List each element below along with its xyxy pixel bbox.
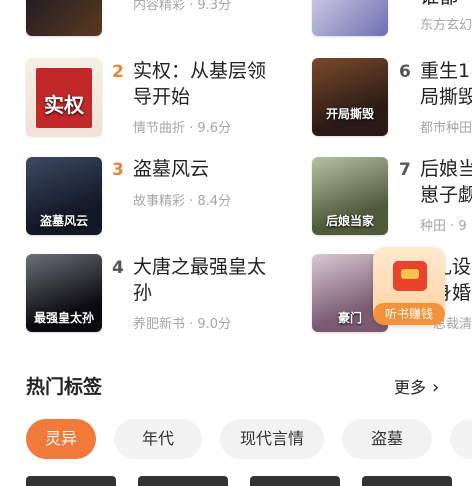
book-cover-partial-bottom-3[interactable]: [250, 476, 340, 486]
book-cover-1-partial[interactable]: [26, 0, 102, 36]
tag-chip-partial[interactable]: [450, 419, 472, 459]
book-cover-partial-bottom-1[interactable]: [26, 476, 116, 486]
cover-title-2: 实权: [44, 93, 84, 117]
more-label: 更多: [394, 378, 427, 397]
book-title-6-line1[interactable]: 重生1: [420, 58, 470, 84]
book-title-7-line2[interactable]: 崽子觑: [420, 182, 472, 208]
book-rank-7: 7: [399, 160, 411, 180]
cover-title-6: 开局撕毁: [325, 107, 374, 121]
book-cover-partial-bottom-4[interactable]: [362, 476, 452, 486]
book-title-5-partial[interactable]: 谁都: [420, 0, 458, 10]
book-title-7-line1[interactable]: 后娘当: [420, 156, 472, 182]
book-title-4-line2[interactable]: 孙: [133, 280, 152, 306]
book-cover-7[interactable]: 后娘当家: [312, 157, 388, 235]
tag-chip-lingyi[interactable]: 灵异: [26, 419, 96, 459]
book-cover-3[interactable]: 盗墓风云: [26, 157, 102, 235]
book-cover-4[interactable]: 最强皇太孙: [26, 254, 102, 332]
book-rank-3: 3: [112, 160, 124, 180]
book-meta-6: 都市种田: [420, 121, 472, 136]
book-meta-3: 故事精彩 · 8.4分: [133, 194, 232, 209]
tag-chip-daomu[interactable]: 盗墓: [342, 419, 432, 459]
cover-title-3: 盗墓风云: [39, 214, 88, 228]
tag-chip-xiandai-yanqing[interactable]: 现代言情: [220, 419, 324, 459]
cover-title-4: 最强皇太孙: [33, 311, 94, 325]
book-cover-partial-bottom-2[interactable]: [138, 476, 228, 486]
book-title-6-line2[interactable]: 局撕毁: [420, 84, 472, 110]
book-cover-5-partial[interactable]: [312, 0, 388, 36]
book-meta-5-partial: 东方玄幻: [420, 18, 472, 33]
book-rank-6: 6: [399, 62, 411, 82]
book-meta-1-partial: 内容精彩 · 9.3分: [133, 0, 232, 13]
more-tags-link[interactable]: 更多 ›: [394, 374, 439, 398]
section-title-hot-tags: 热门标签: [26, 376, 103, 398]
tag-chip-niandai[interactable]: 年代: [114, 419, 202, 459]
book-rank-4: 4: [112, 258, 124, 278]
book-rank-2: 2: [112, 62, 124, 82]
red-envelope-icon: [393, 261, 427, 291]
chevron-right-icon: ›: [432, 377, 440, 398]
book-cover-6[interactable]: 开局撕毁: [312, 58, 388, 136]
cover-title-7: 后娘当家: [325, 214, 374, 228]
book-cover-2[interactable]: 实权: [26, 58, 102, 136]
book-title-2-line2[interactable]: 导开始: [133, 84, 190, 110]
book-meta-7: 种田 · 9: [420, 219, 467, 234]
book-title-2-line1[interactable]: 实权：从基层领: [133, 58, 266, 84]
listen-earn-label[interactable]: 听书赚钱: [373, 303, 445, 325]
book-title-3-line1[interactable]: 盗墓风云: [133, 156, 209, 182]
book-meta-2: 情节曲折 · 9.6分: [133, 121, 232, 136]
book-meta-4: 养肥新书 · 9.0分: [133, 317, 232, 332]
book-title-4-line1[interactable]: 大唐之最强皇太: [133, 254, 266, 280]
